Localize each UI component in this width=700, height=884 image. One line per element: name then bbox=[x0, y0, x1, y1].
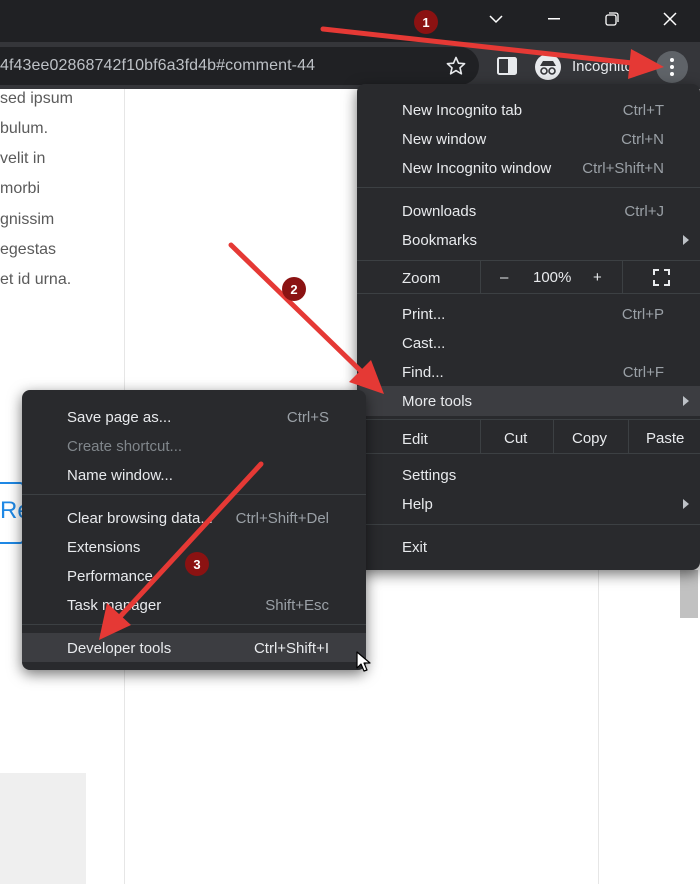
bookmark-star-button[interactable] bbox=[446, 56, 466, 81]
star-icon bbox=[446, 56, 466, 75]
shortcut-clear-browsing-data: Ctrl+Shift+Del bbox=[235, 510, 329, 527]
side-panel-button[interactable] bbox=[497, 57, 517, 80]
shortcut-print: Ctrl+P bbox=[621, 306, 664, 323]
article-text-line: sed ipsum bbox=[0, 90, 73, 107]
zoom-in-button[interactable]: + bbox=[593, 269, 602, 286]
article-text-line: et id urna. bbox=[0, 271, 72, 288]
shortcut-save-page: Ctrl+S bbox=[286, 409, 329, 426]
shortcut-task-manager: Shift+Esc bbox=[265, 597, 329, 614]
minimize-button[interactable] bbox=[525, 0, 583, 38]
article-text-line: egestas bbox=[0, 241, 57, 258]
menu-item-find[interactable]: Find... bbox=[402, 364, 444, 381]
article-text-line: bulum. bbox=[0, 120, 49, 137]
restore-button[interactable] bbox=[583, 0, 641, 38]
shortcut-new-incognito-window: Ctrl+Shift+N bbox=[582, 160, 664, 177]
paste-button[interactable]: Paste bbox=[646, 430, 684, 447]
article-text-line: gnissim bbox=[0, 211, 55, 228]
submenu-item-name-window[interactable]: Name window... bbox=[67, 467, 173, 484]
menu-separator bbox=[357, 524, 700, 525]
submenu-arrow-icon bbox=[683, 499, 689, 509]
submenu-arrow-icon bbox=[683, 396, 689, 406]
menu-item-settings[interactable]: Settings bbox=[402, 467, 456, 484]
fullscreen-button[interactable] bbox=[653, 269, 670, 291]
mouse-cursor-icon bbox=[356, 651, 371, 672]
menu-item-exit[interactable]: Exit bbox=[402, 539, 427, 556]
close-window-button[interactable] bbox=[641, 0, 699, 38]
submenu-item-developer-tools[interactable]: Developer tools bbox=[67, 640, 171, 657]
shortcut-new-incognito-tab: Ctrl+T bbox=[622, 102, 664, 119]
fullscreen-icon bbox=[653, 269, 670, 286]
article-text-line: morbi bbox=[0, 180, 41, 197]
reply-button-fragment[interactable]: Re bbox=[0, 482, 31, 544]
copy-button[interactable]: Copy bbox=[572, 430, 607, 447]
sidepanel-icon bbox=[497, 57, 517, 75]
step-badge-2: 2 bbox=[282, 277, 306, 301]
edit-divider bbox=[628, 419, 629, 453]
submenu-item-task-manager[interactable]: Task manager bbox=[67, 597, 161, 614]
edit-divider bbox=[553, 419, 554, 453]
zoom-divider bbox=[480, 260, 481, 293]
menu-separator bbox=[22, 494, 366, 495]
menu-item-new-window[interactable]: New window bbox=[402, 131, 486, 148]
menu-item-help[interactable]: Help bbox=[402, 496, 433, 513]
menu-item-downloads[interactable]: Downloads bbox=[402, 203, 476, 220]
menu-separator bbox=[357, 293, 700, 294]
shortcut-find: Ctrl+F bbox=[622, 364, 664, 381]
menu-separator bbox=[357, 260, 700, 261]
step-badge-3: 3 bbox=[185, 552, 209, 576]
incognito-icon bbox=[534, 53, 562, 86]
menu-separator bbox=[357, 187, 700, 188]
submenu-item-extensions[interactable]: Extensions bbox=[67, 539, 140, 556]
edit-label: Edit bbox=[402, 431, 428, 448]
zoom-out-button[interactable]: – bbox=[500, 269, 508, 286]
shortcut-new-window: Ctrl+N bbox=[621, 131, 664, 148]
submenu-item-create-shortcut: Create shortcut... bbox=[67, 438, 183, 455]
menu-item-cast[interactable]: Cast... bbox=[402, 335, 445, 352]
grey-panel bbox=[0, 773, 86, 884]
article-text-line: velit in bbox=[0, 150, 46, 167]
menu-separator bbox=[357, 453, 700, 454]
submenu-arrow-icon bbox=[683, 235, 689, 245]
chevron-down-icon bbox=[489, 15, 503, 24]
submenu-item-performance[interactable]: Performance bbox=[67, 568, 153, 585]
step-badge-1: 1 bbox=[414, 10, 438, 34]
menu-separator bbox=[22, 624, 366, 625]
menu-item-new-incognito-window[interactable]: New Incognito window bbox=[402, 160, 551, 177]
shortcut-developer-tools: Ctrl+Shift+I bbox=[253, 640, 329, 657]
shortcut-downloads: Ctrl+J bbox=[624, 203, 664, 220]
kebab-menu-icon bbox=[670, 58, 674, 76]
chrome-menu-button[interactable] bbox=[656, 51, 688, 83]
edit-divider bbox=[480, 419, 481, 453]
menu-item-print[interactable]: Print... bbox=[402, 306, 445, 323]
restore-icon bbox=[605, 12, 619, 26]
minimize-icon bbox=[548, 18, 560, 20]
submenu-item-clear-browsing-data[interactable]: Clear browsing data... bbox=[67, 510, 213, 527]
url-text[interactable]: 4f43ee02868742f10bf6a3fd4b#comment-44 bbox=[0, 57, 315, 75]
tab-search-button[interactable] bbox=[467, 0, 525, 38]
zoom-divider bbox=[622, 260, 623, 293]
profile-label: Incognito bbox=[572, 58, 633, 75]
cut-button[interactable]: Cut bbox=[504, 430, 527, 447]
zoom-label: Zoom bbox=[402, 270, 441, 287]
close-icon bbox=[663, 12, 677, 26]
scrollbar-thumb[interactable] bbox=[680, 570, 698, 618]
more-tools-submenu: Save page as... Ctrl+S Create shortcut..… bbox=[22, 390, 366, 670]
menu-item-more-tools[interactable]: More tools bbox=[402, 393, 472, 410]
chrome-main-menu: New Incognito tab Ctrl+T New window Ctrl… bbox=[357, 84, 700, 570]
menu-separator bbox=[357, 419, 700, 420]
menu-item-bookmarks[interactable]: Bookmarks bbox=[402, 232, 477, 249]
submenu-item-save-page[interactable]: Save page as... bbox=[67, 409, 171, 426]
zoom-level-value: 100% bbox=[533, 269, 572, 286]
menu-item-new-incognito-tab[interactable]: New Incognito tab bbox=[402, 102, 522, 119]
